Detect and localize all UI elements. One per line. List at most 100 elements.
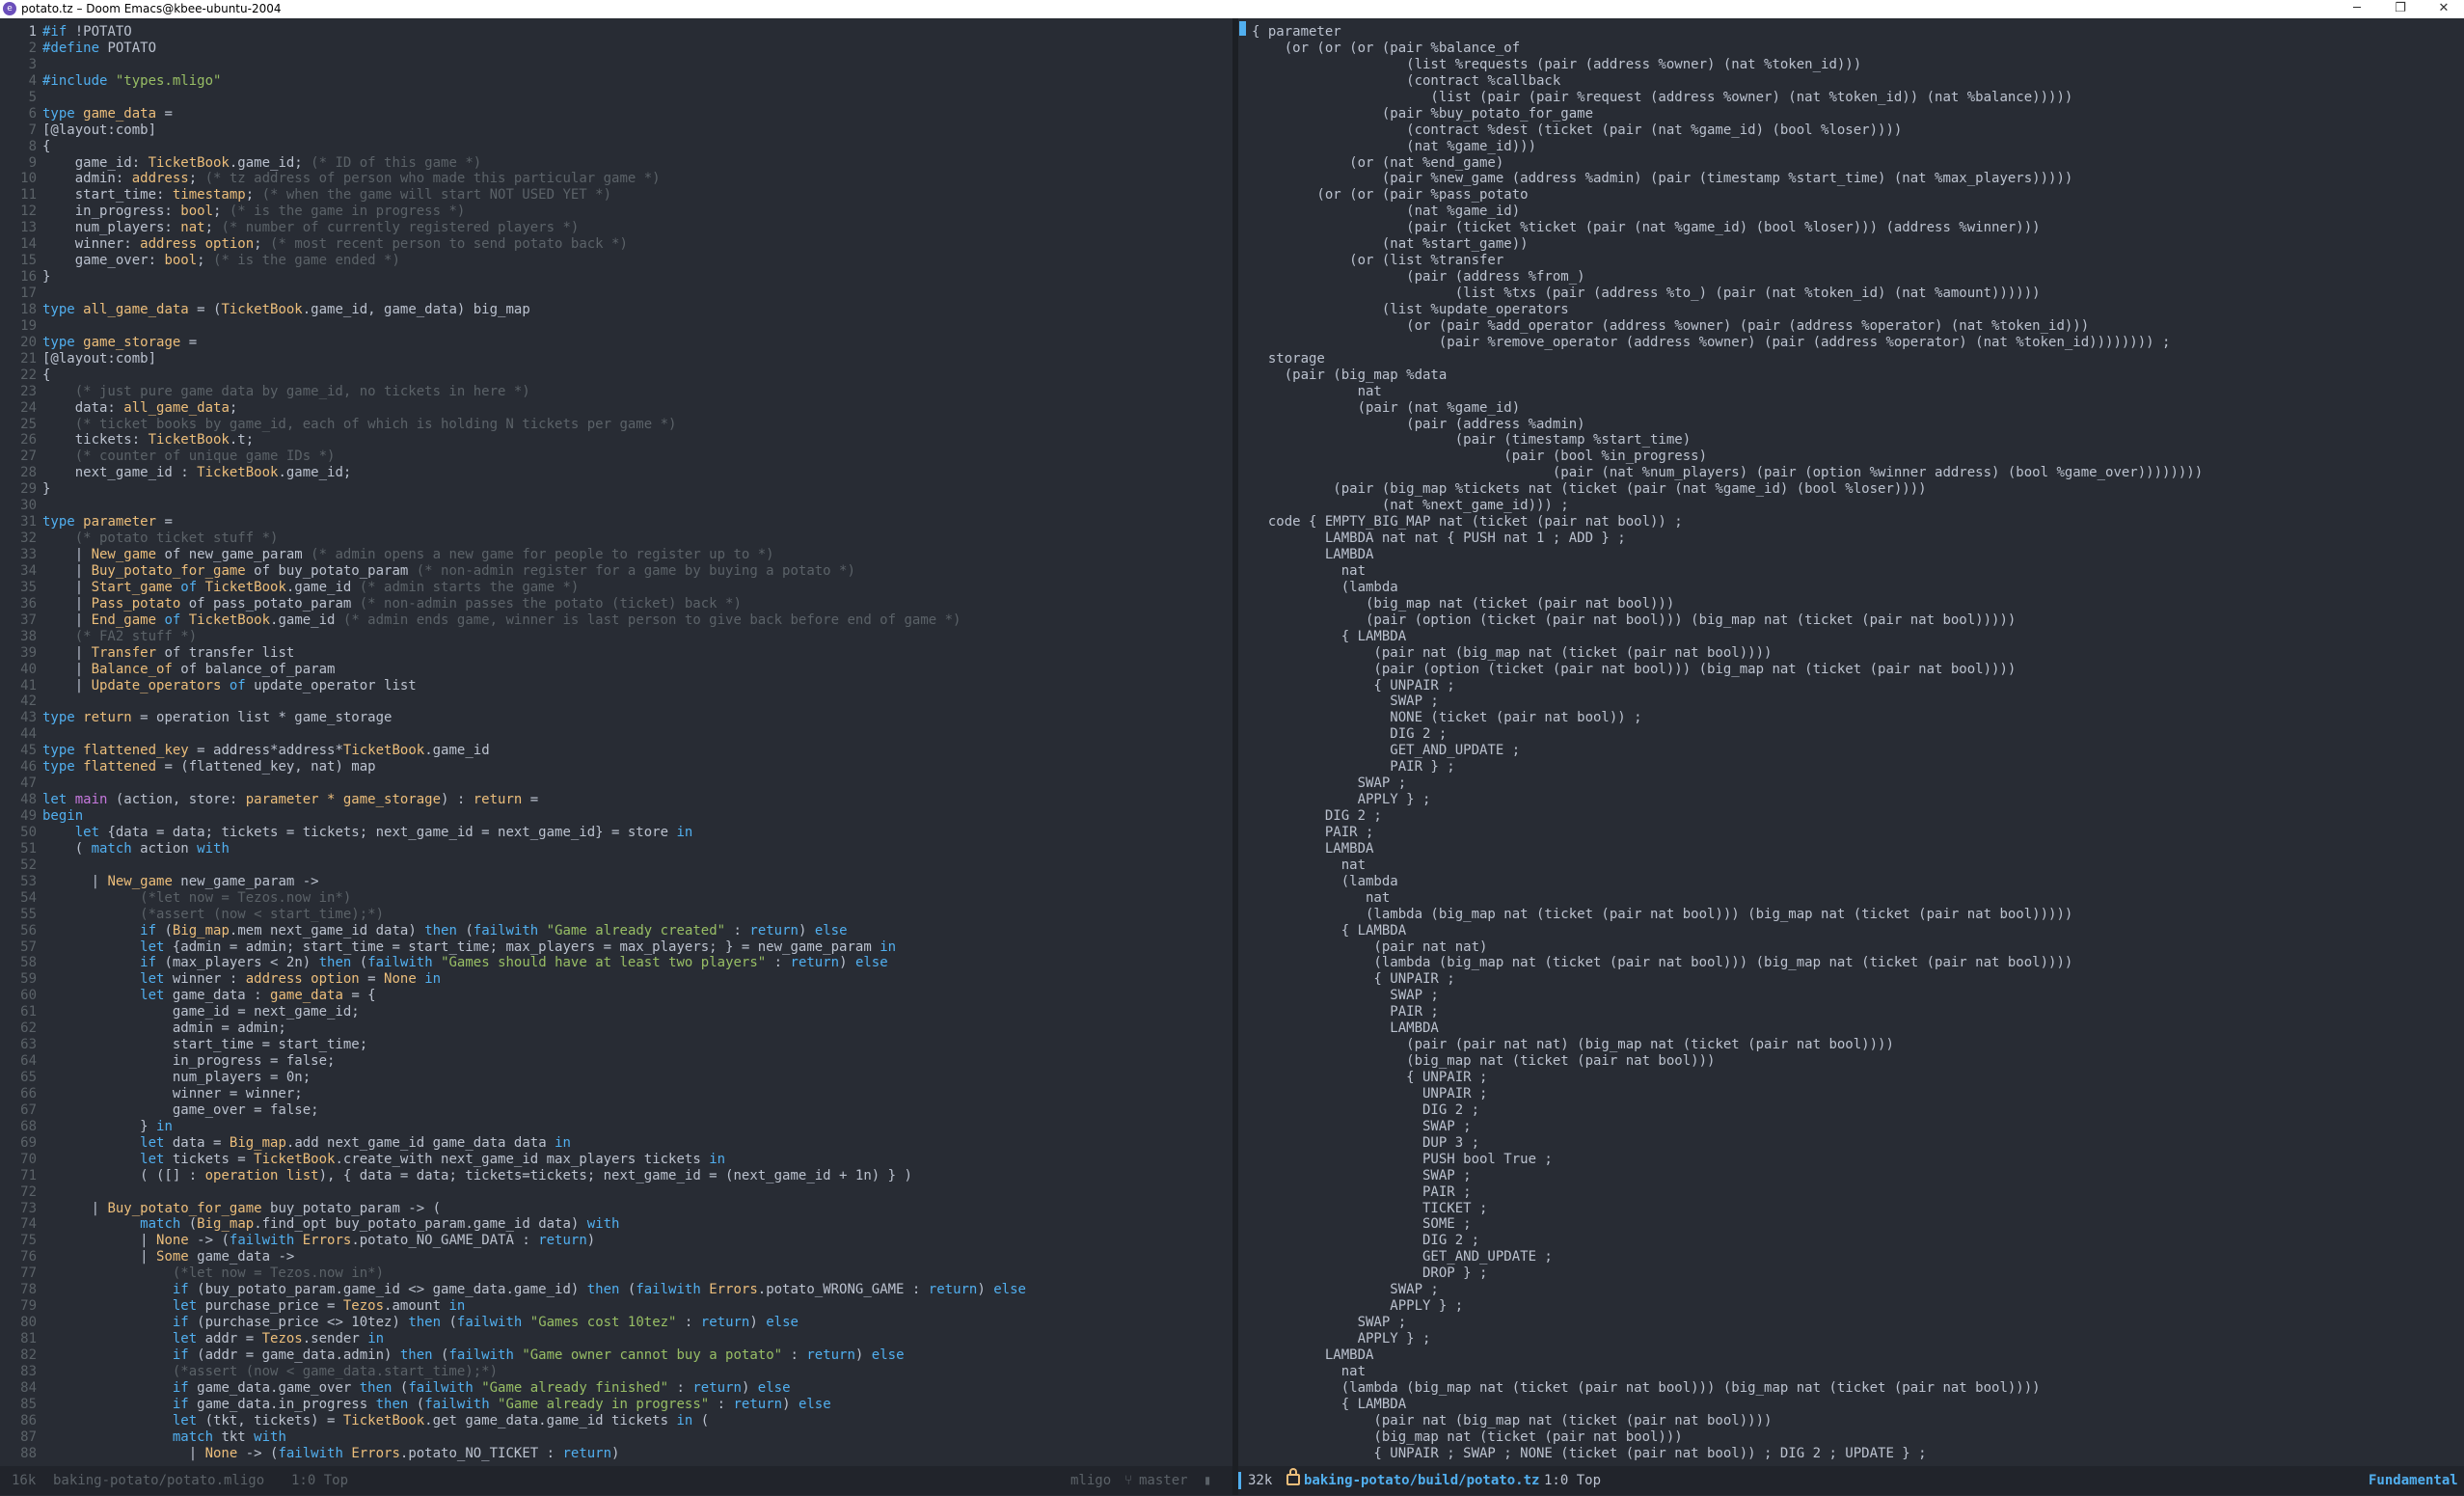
- code-line[interactable]: (big_map nat (ticket (pair nat bool))): [1238, 596, 2203, 612]
- left-code-lines[interactable]: 1 #if !POTATO 2 #define POTATO 3 4 #include "t…: [0, 24, 1026, 1462]
- code-line[interactable]: (pair nat (big_map nat (ticket (pair nat…: [1238, 1413, 2203, 1429]
- code-line[interactable]: UNPAIR ;: [1238, 1086, 2203, 1102]
- code-line[interactable]: 82 if (addr = game_data.admin) then (fai…: [0, 1347, 1026, 1364]
- code-line[interactable]: DIG 2 ;: [1238, 1233, 2203, 1249]
- code-line[interactable]: 72: [0, 1184, 1026, 1201]
- code-line[interactable]: 55 (*assert (now < start_time);*): [0, 907, 1026, 923]
- code-line[interactable]: 80 if (purchase_price <> 10tez) then (fa…: [0, 1315, 1026, 1331]
- code-line[interactable]: (list (pair (pair %request (address %own…: [1238, 90, 2203, 106]
- code-line[interactable]: 42: [0, 694, 1026, 710]
- code-line[interactable]: 74 match (Big_map.find_opt buy_potato_pa…: [0, 1216, 1026, 1233]
- code-line[interactable]: 87 match tkt with: [0, 1429, 1026, 1446]
- code-line[interactable]: (pair (option (ticket (pair nat bool))) …: [1238, 662, 2203, 678]
- code-line[interactable]: 43 type return = operation list * game_st…: [0, 710, 1026, 726]
- code-line[interactable]: 50 let {data = data; tickets = tickets; …: [0, 825, 1026, 841]
- code-line[interactable]: (lambda (big_map nat (ticket (pair nat b…: [1238, 955, 2203, 971]
- code-line[interactable]: 18 type all_game_data = (TicketBook.game_…: [0, 302, 1026, 318]
- code-line[interactable]: (nat %game_id): [1238, 204, 2203, 220]
- code-line[interactable]: (or (list %transfer: [1238, 253, 2203, 269]
- code-line[interactable]: 60 let game_data : game_data = {: [0, 988, 1026, 1004]
- restore-button[interactable]: ❐: [2381, 0, 2420, 18]
- code-line[interactable]: LAMBDA: [1238, 547, 2203, 563]
- code-line[interactable]: 45 type flattened_key = address*address*T…: [0, 743, 1026, 759]
- code-line[interactable]: DIG 2 ;: [1238, 1102, 2203, 1119]
- code-line[interactable]: TICKET ;: [1238, 1201, 2203, 1217]
- left-buffer-file[interactable]: baking-potato/potato.mligo: [53, 1466, 264, 1495]
- left-major-mode[interactable]: mligo: [1070, 1466, 1111, 1495]
- code-line[interactable]: (pair (nat %game_id): [1238, 400, 2203, 417]
- code-line[interactable]: 26 tickets: TicketBook.t;: [0, 432, 1026, 449]
- code-line[interactable]: storage: [1238, 351, 2203, 367]
- code-line[interactable]: nat: [1238, 857, 2203, 874]
- code-line[interactable]: 9 game_id: TicketBook.game_id; (* ID of …: [0, 155, 1026, 172]
- code-line[interactable]: 40 | Balance_of of balance_of_param: [0, 662, 1026, 678]
- code-line[interactable]: 65 num_players = 0n;: [0, 1070, 1026, 1086]
- code-line[interactable]: (pair nat nat): [1238, 939, 2203, 956]
- code-line[interactable]: SWAP ;: [1238, 694, 2203, 710]
- code-line[interactable]: 23 (* just pure game data by game_id, no…: [0, 384, 1026, 400]
- code-line[interactable]: 58 if (max_players < 2n) then (failwith …: [0, 955, 1026, 971]
- code-line[interactable]: 16}: [0, 269, 1026, 286]
- code-line[interactable]: 47: [0, 775, 1026, 792]
- minimize-button[interactable]: ─: [2338, 0, 2376, 18]
- code-line[interactable]: PUSH bool True ;: [1238, 1152, 2203, 1168]
- code-line[interactable]: LAMBDA nat nat { PUSH nat 1 ; ADD } ;: [1238, 530, 2203, 547]
- code-line[interactable]: 63 start_time = start_time;: [0, 1037, 1026, 1053]
- code-line[interactable]: APPLY } ;: [1238, 792, 2203, 808]
- code-line[interactable]: { LAMBDA: [1238, 629, 2203, 645]
- code-line[interactable]: (pair nat (big_map nat (ticket (pair nat…: [1238, 645, 2203, 662]
- code-line[interactable]: GET_AND_UPDATE ;: [1238, 743, 2203, 759]
- close-button[interactable]: ✕: [2424, 0, 2463, 18]
- code-line[interactable]: 86 let (tkt, tickets) = TicketBook.get g…: [0, 1413, 1026, 1429]
- code-line[interactable]: 79 let purchase_price = Tezos.amount in: [0, 1298, 1026, 1315]
- code-line[interactable]: (pair (timestamp %start_time): [1238, 432, 2203, 449]
- code-line[interactable]: PAIR } ;: [1238, 759, 2203, 775]
- code-line[interactable]: 70 let tickets = TicketBook.create_with …: [0, 1152, 1026, 1168]
- code-line[interactable]: 52: [0, 857, 1026, 874]
- code-line[interactable]: (pair (big_map %data: [1238, 367, 2203, 384]
- code-line[interactable]: { UNPAIR ;: [1238, 1070, 2203, 1086]
- code-line[interactable]: 21 [@layout:comb]: [0, 351, 1026, 367]
- code-line[interactable]: 17: [0, 286, 1026, 302]
- code-line[interactable]: nat: [1238, 890, 2203, 907]
- code-line[interactable]: NONE (ticket (pair nat bool)) ;: [1238, 710, 2203, 726]
- code-line[interactable]: 38 (* FA2 stuff *): [0, 629, 1026, 645]
- code-line[interactable]: (lambda (big_map nat (ticket (pair nat b…: [1238, 1380, 2203, 1397]
- code-line[interactable]: (contract %callback: [1238, 73, 2203, 90]
- code-line[interactable]: PAIR ;: [1238, 1184, 2203, 1201]
- code-line[interactable]: SWAP ;: [1238, 1168, 2203, 1184]
- code-line[interactable]: 49 begin: [0, 808, 1026, 825]
- code-line[interactable]: (pair (pair nat nat) (big_map nat (ticke…: [1238, 1037, 2203, 1053]
- code-line[interactable]: 33 | New_game of new_game_param (* admin…: [0, 547, 1026, 563]
- code-line[interactable]: (pair %buy_potato_for_game: [1238, 106, 2203, 122]
- code-line[interactable]: (nat %game_id))): [1238, 139, 2203, 155]
- code-line[interactable]: { LAMBDA: [1238, 923, 2203, 939]
- code-line[interactable]: 30: [0, 498, 1026, 514]
- code-line[interactable]: 61 game_id = next_game_id;: [0, 1004, 1026, 1020]
- code-line[interactable]: 46 type flattened = (flattened_key, nat) …: [0, 759, 1026, 775]
- code-line[interactable]: 10 admin: address; (* tz address of pers…: [0, 171, 1026, 187]
- code-line[interactable]: (pair (ticket %ticket (pair (nat %game_i…: [1238, 220, 2203, 236]
- code-line[interactable]: 36 | Pass_potato of pass_potato_param (*…: [0, 596, 1026, 612]
- left-editor-pane[interactable]: 1 #if !POTATO 2 #define POTATO 3 4 #include "t…: [0, 18, 1232, 1466]
- code-line[interactable]: { UNPAIR ;: [1238, 971, 2203, 988]
- code-line[interactable]: 11 start_time: timestamp; (* when the ga…: [0, 187, 1026, 204]
- code-line[interactable]: (contract %dest (ticket (pair (nat %game…: [1238, 122, 2203, 139]
- code-line[interactable]: (nat %next_game_id))) ;: [1238, 498, 2203, 514]
- code-line[interactable]: 24 data: all_game_data;: [0, 400, 1026, 417]
- code-line[interactable]: (big_map nat (ticket (pair nat bool))): [1238, 1429, 2203, 1446]
- code-line[interactable]: DIG 2 ;: [1238, 726, 2203, 743]
- code-line[interactable]: 25 (* ticket books by game_id, each of w…: [0, 417, 1026, 433]
- code-line[interactable]: 22 {: [0, 367, 1026, 384]
- right-code-lines[interactable]: { parameter (or (or (or (pair %balance_o…: [1238, 24, 2203, 1462]
- code-line[interactable]: 4 #include "types.mligo": [0, 73, 1026, 90]
- code-line[interactable]: (pair (address %from_): [1238, 269, 2203, 286]
- code-line[interactable]: 8{: [0, 139, 1026, 155]
- code-line[interactable]: (or (pair %add_operator (address %owner)…: [1238, 318, 2203, 335]
- code-line[interactable]: (list %txs (pair (address %to_) (pair (n…: [1238, 286, 2203, 302]
- code-line[interactable]: 78 if (buy_potato_param.game_id <> game_…: [0, 1282, 1026, 1298]
- code-line[interactable]: (or (or (or (pair %balance_of: [1238, 41, 2203, 57]
- code-line[interactable]: 54 (*let now = Tezos.now in*): [0, 890, 1026, 907]
- code-line[interactable]: 13 num_players: nat; (* number of curren…: [0, 220, 1026, 236]
- code-line[interactable]: 20 type game_storage =: [0, 335, 1026, 351]
